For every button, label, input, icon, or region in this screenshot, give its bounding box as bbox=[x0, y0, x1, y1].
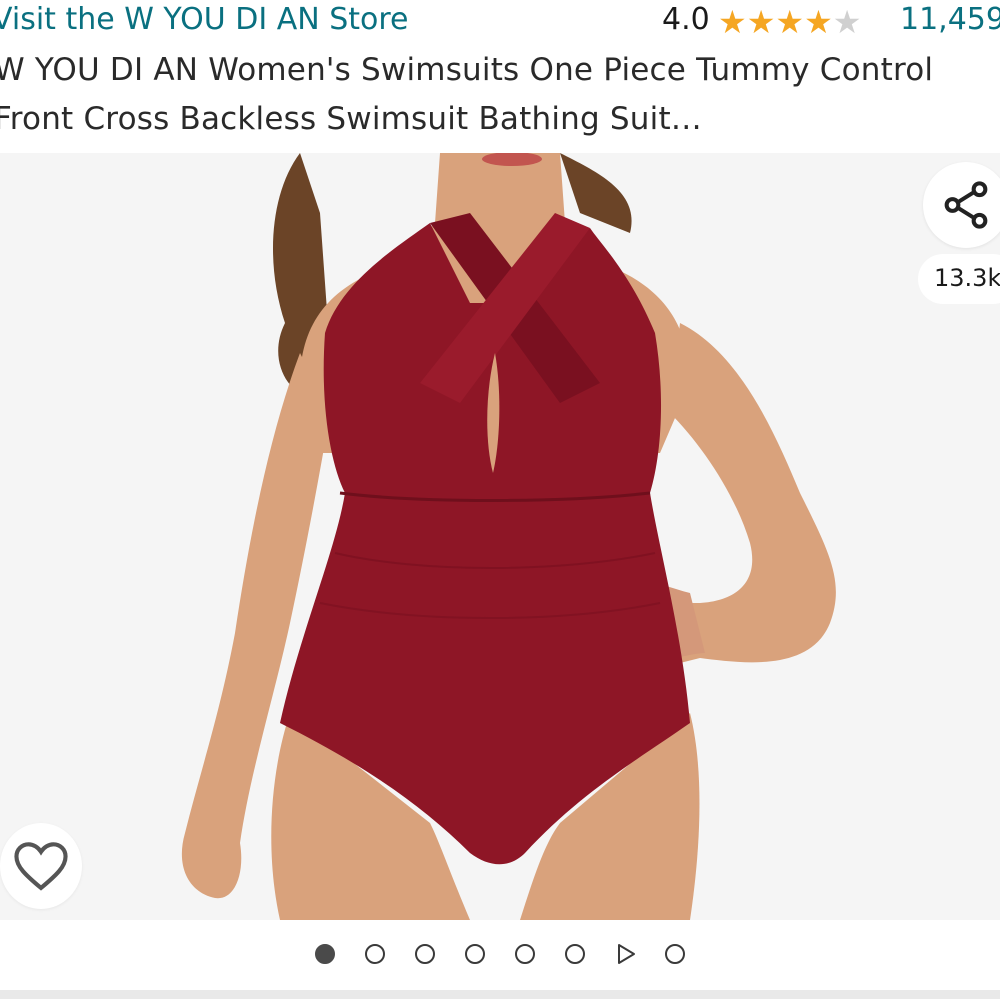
star-icon: ★ bbox=[746, 3, 776, 41]
product-image-carousel[interactable] bbox=[0, 153, 1000, 920]
share-icon bbox=[944, 181, 988, 229]
store-link[interactable]: Visit the W YOU DI AN Store bbox=[0, 2, 409, 37]
product-header: Visit the W YOU DI AN Store 4.0 ★ ★ ★ ★ … bbox=[0, 0, 1000, 150]
product-title-line-1: W YOU DI AN Women's Swimsuits One Piece … bbox=[0, 52, 934, 88]
carousel-dot-6[interactable] bbox=[565, 944, 585, 964]
share-button[interactable] bbox=[923, 162, 1000, 248]
share-count: 13.3k bbox=[934, 264, 1000, 292]
product-title-line-2: Front Cross Backless Swimsuit Bathing Su… bbox=[0, 101, 703, 137]
carousel-dot-8[interactable] bbox=[665, 944, 685, 964]
heart-icon bbox=[14, 842, 68, 891]
carousel-dot-3[interactable] bbox=[415, 944, 435, 964]
rating-stars[interactable]: ★ ★ ★ ★ ★ bbox=[718, 4, 861, 40]
star-icon: ★ bbox=[718, 3, 747, 41]
section-divider bbox=[0, 990, 1000, 999]
star-icon: ★ bbox=[775, 3, 805, 41]
carousel-dot-1[interactable] bbox=[315, 944, 335, 964]
play-icon[interactable] bbox=[614, 942, 638, 966]
product-image bbox=[0, 153, 1000, 920]
carousel-dot-4[interactable] bbox=[465, 944, 485, 964]
review-count-link[interactable]: 11,459 bbox=[900, 2, 1000, 37]
carousel-dot-5[interactable] bbox=[515, 944, 535, 964]
carousel-dot-2[interactable] bbox=[365, 944, 385, 964]
star-icon: ★ bbox=[804, 3, 833, 41]
star-empty-icon: ★ bbox=[832, 3, 862, 41]
rating-value: 4.0 bbox=[662, 2, 710, 37]
carousel-pagination bbox=[0, 920, 1000, 990]
wishlist-button[interactable] bbox=[0, 823, 82, 909]
